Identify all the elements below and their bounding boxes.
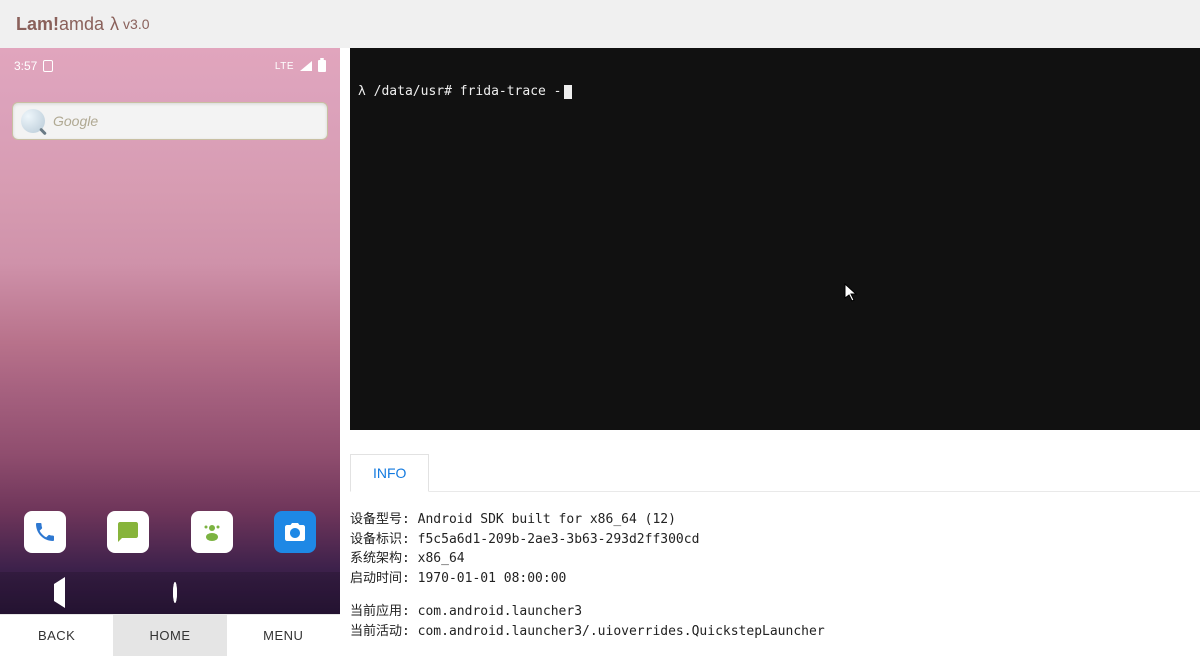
lambda-icon: λ — [110, 14, 119, 35]
status-time: 3:57 — [14, 59, 37, 73]
terminal-cwd: /data/usr# — [374, 84, 452, 99]
terminal-prompt-symbol: λ — [358, 84, 366, 99]
tabs: INFO — [350, 454, 1200, 492]
info-panel: 设备型号: Android SDK built for x86_64 (12) … — [350, 492, 1200, 641]
brand-prefix: Lam — [16, 14, 53, 35]
terminal[interactable]: λ /data/usr# frida-trace - — [350, 48, 1200, 430]
device-mirror[interactable]: 3:57 LTE Google — [0, 48, 340, 614]
sim-icon — [43, 60, 53, 72]
terminal-command: frida-trace - — [460, 84, 562, 99]
network-label: LTE — [275, 61, 294, 72]
menu-button[interactable]: MENU — [227, 615, 340, 656]
home-button[interactable]: HOME — [113, 615, 226, 656]
info-row-boot: 启动时间: 1970-01-01 08:00:00 — [350, 569, 1200, 589]
info-row-model: 设备型号: Android SDK built for x86_64 (12) — [350, 510, 1200, 530]
info-row-arch: 系统架构: x86_64 — [350, 549, 1200, 569]
nav-home-icon[interactable] — [173, 584, 177, 602]
google-search-widget[interactable]: Google — [12, 102, 328, 140]
camera-app-icon[interactable] — [274, 511, 316, 553]
device-controls: BACK HOME MENU — [0, 614, 340, 656]
app-header: Lam!amda λ v3.0 — [0, 0, 1200, 48]
brand-suffix: amda — [59, 14, 104, 35]
back-button[interactable]: BACK — [0, 615, 113, 656]
dock — [0, 504, 340, 560]
left-panel: 3:57 LTE Google — [0, 48, 340, 656]
info-row-app: 当前应用: com.android.launcher3 — [350, 602, 1200, 622]
battery-icon — [318, 60, 326, 72]
app-drawer-icon[interactable] — [191, 511, 233, 553]
tab-info[interactable]: INFO — [350, 454, 429, 492]
search-placeholder: Google — [53, 113, 98, 129]
nav-back-icon[interactable] — [54, 584, 65, 602]
messages-app-icon[interactable] — [107, 511, 149, 553]
right-panel: λ /data/usr# frida-trace - INFO 设备型号: An… — [340, 48, 1200, 656]
android-navbar — [0, 572, 340, 614]
info-row-activity: 当前活动: com.android.launcher3/.uioverrides… — [350, 622, 1200, 642]
phone-app-icon[interactable] — [24, 511, 66, 553]
status-bar: 3:57 LTE — [0, 56, 340, 76]
terminal-cursor — [564, 85, 572, 99]
signal-icon — [300, 61, 312, 71]
version-label: v3.0 — [123, 16, 149, 32]
search-icon — [21, 109, 45, 133]
info-row-id: 设备标识: f5c5a6d1-209b-2ae3-3b63-293d2ff300… — [350, 530, 1200, 550]
